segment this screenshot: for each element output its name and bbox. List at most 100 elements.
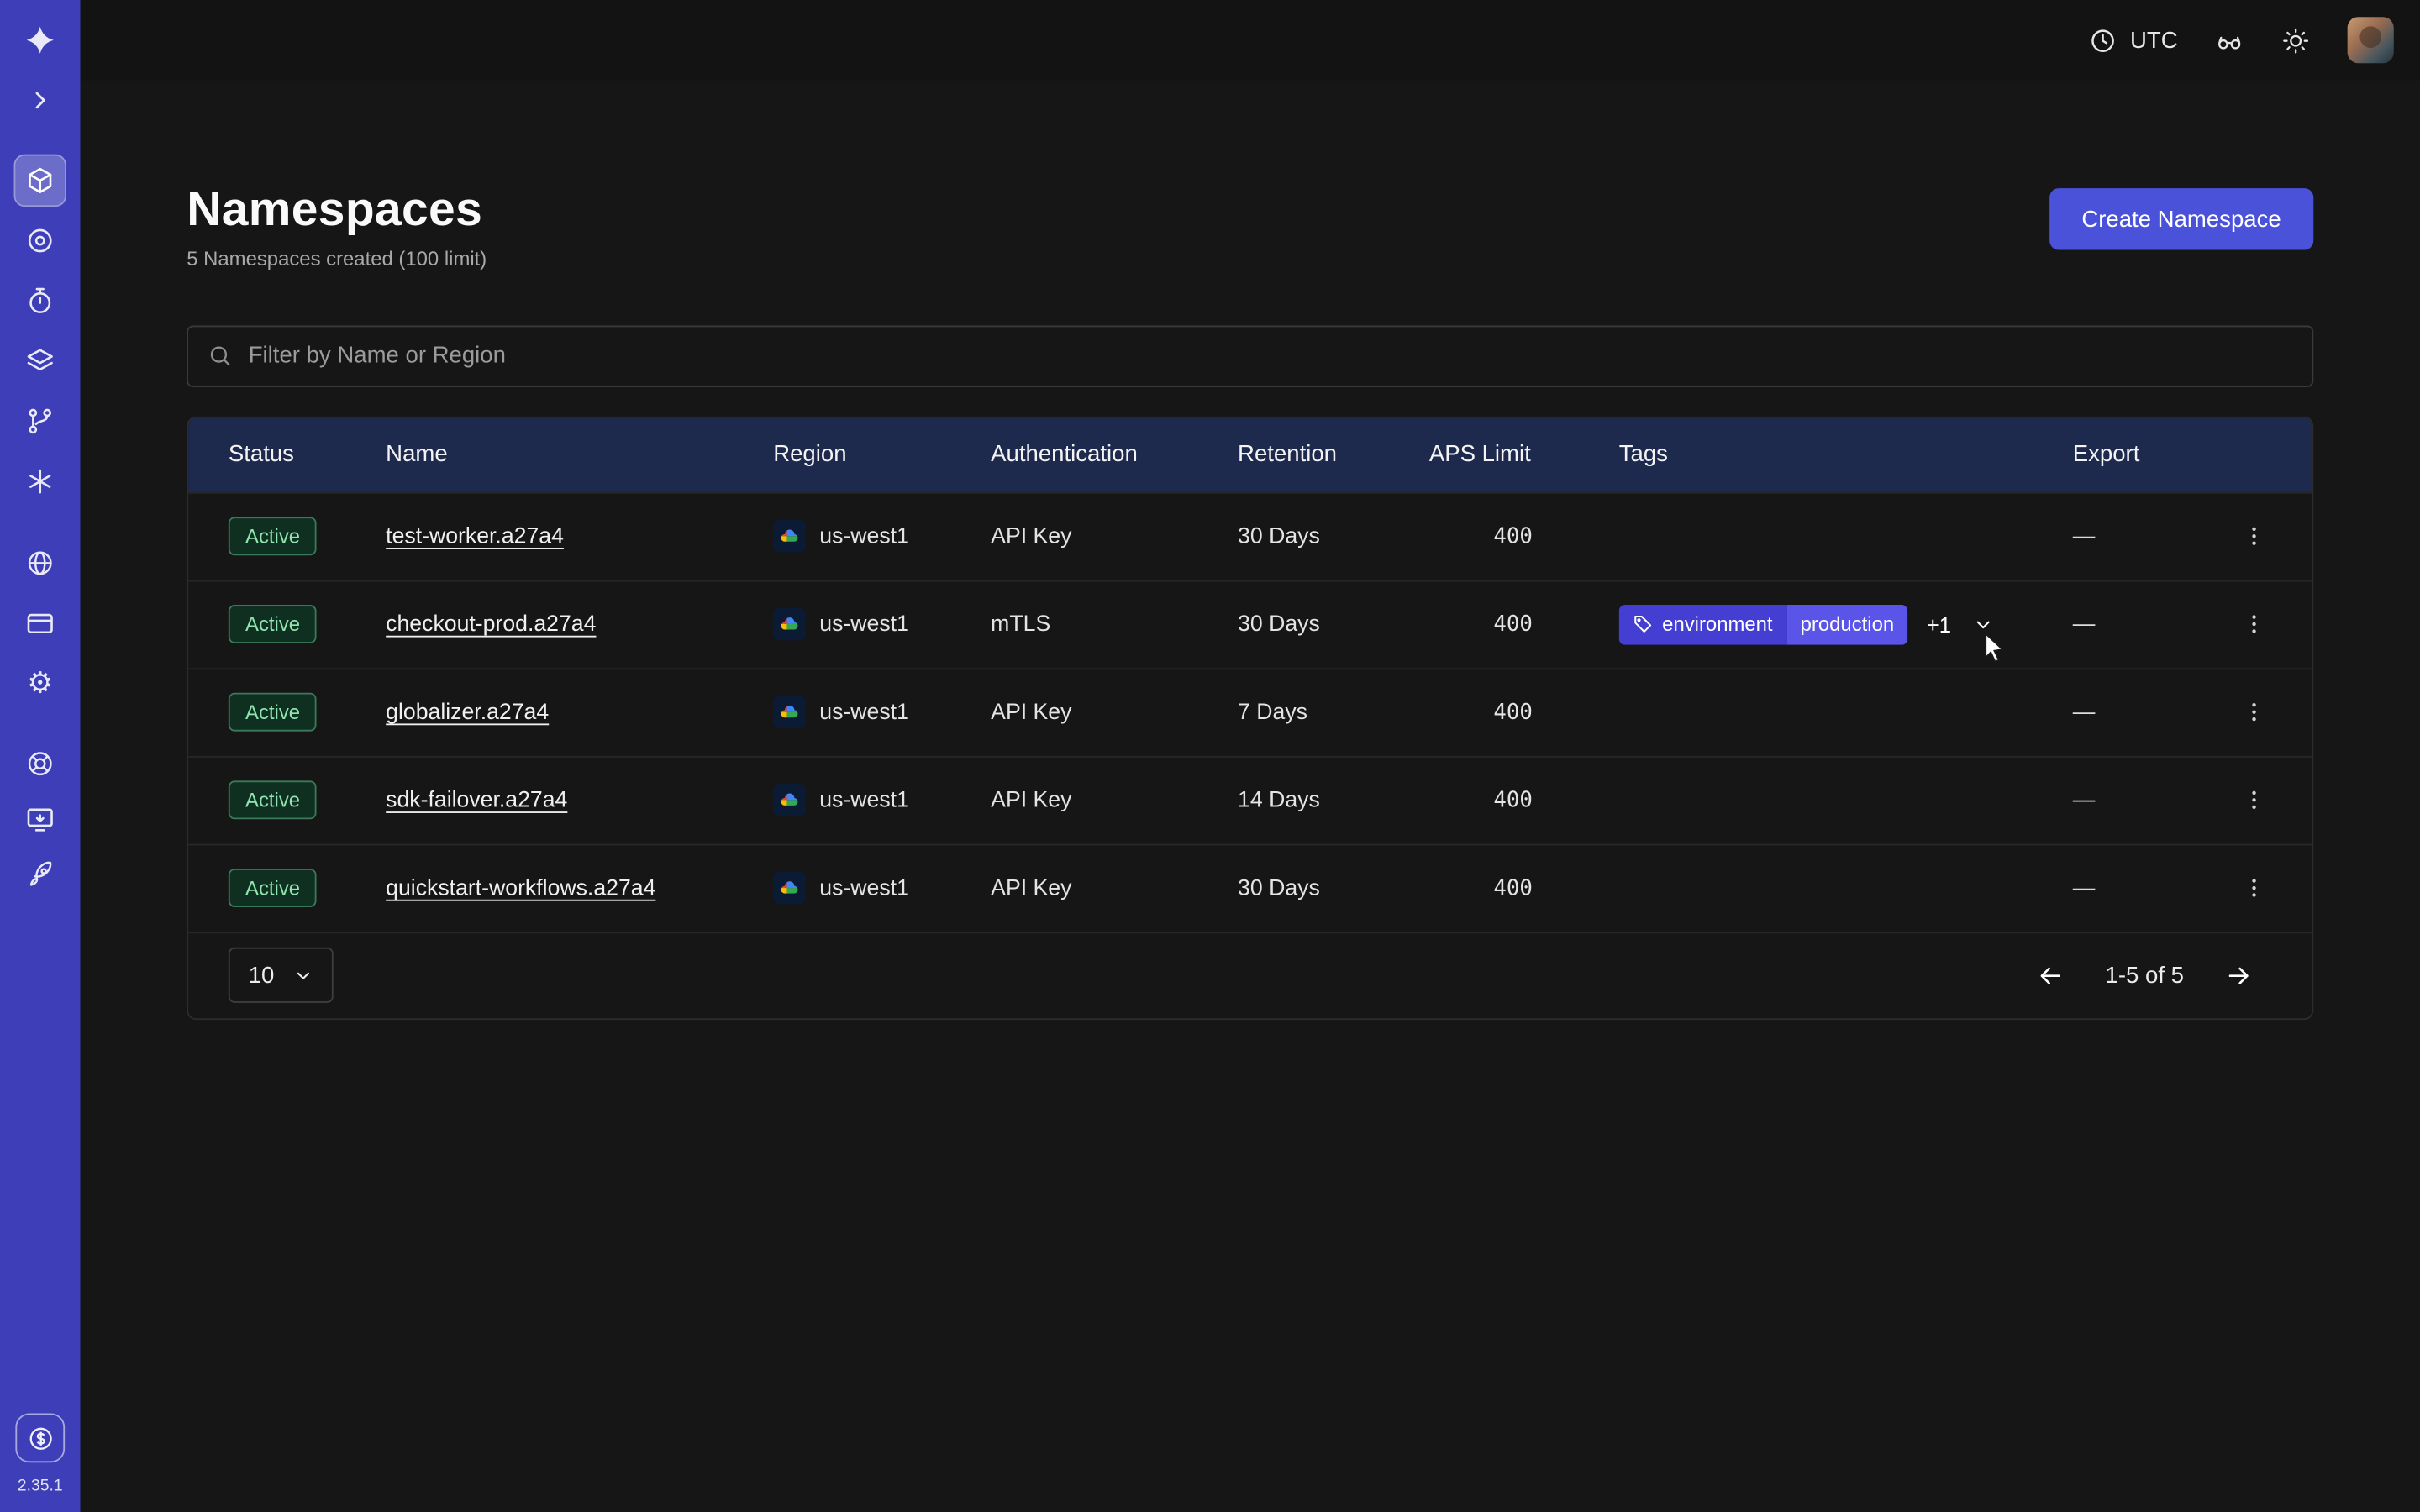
next-page-button[interactable]: [2224, 961, 2254, 990]
retention-label: 30 Days: [1238, 612, 1429, 637]
tag-value-label: production: [1786, 604, 1908, 644]
region-label: us-west1: [819, 876, 909, 900]
gcp-cloud-icon: [773, 520, 806, 553]
tags-more-count: +1: [1927, 612, 1951, 637]
usage-dollar-icon[interactable]: [15, 1413, 65, 1462]
namespaces-page: Namespaces 5 Namespaces created (100 lim…: [81, 81, 2420, 1020]
table-row: Active checkout-prod.a27a4 us-west1 mTLS…: [188, 580, 2312, 668]
aps-limit-value: 400: [1429, 700, 1619, 724]
aps-limit-value: 400: [1429, 524, 1619, 549]
arrow-right-icon: [2224, 961, 2254, 990]
tag-pill[interactable]: environment production: [1619, 604, 1908, 644]
col-export: Export: [2073, 442, 2195, 468]
row-menu-kebab-icon[interactable]: [2230, 601, 2276, 648]
region-label: us-west1: [819, 612, 909, 637]
gcp-cloud-icon: [773, 784, 806, 816]
status-badge: Active: [229, 605, 317, 643]
page-size-value: 10: [249, 962, 275, 988]
sidebar-item-settings-gear-icon[interactable]: ⚙: [14, 657, 66, 709]
page-subtitle: 5 Namespaces created (100 limit): [187, 246, 487, 270]
chevron-down-icon: [292, 965, 313, 985]
sidebar-item-namespaces-cube-icon[interactable]: [14, 155, 66, 207]
aps-limit-value: 400: [1429, 876, 1619, 900]
glasses-icon: [2215, 25, 2244, 55]
timezone-label: UTC: [2130, 27, 2178, 53]
namespaces-table: Status Name Region Authentication Retent…: [187, 416, 2313, 1019]
sidebar-item-support-lifebuoy-icon[interactable]: [14, 738, 66, 790]
temporal-logo-icon[interactable]: [14, 14, 66, 66]
auth-label: API Key: [991, 524, 1238, 549]
table-row: Active quickstart-workflows.a27a4 us-wes…: [188, 843, 2312, 932]
namespace-link[interactable]: checkout-prod.a27a4: [386, 612, 596, 637]
sidebar-item-globe-icon[interactable]: [14, 537, 66, 589]
app-version: 2.35.1: [18, 1477, 63, 1495]
col-retention: Retention: [1238, 442, 1429, 468]
auth-label: API Key: [991, 876, 1238, 900]
region-label: us-west1: [819, 524, 909, 549]
sidebar-item-target-icon[interactable]: [14, 214, 66, 266]
clock-icon: [2088, 25, 2118, 55]
sidebar-expand-icon[interactable]: [14, 74, 66, 126]
col-region: Region: [773, 442, 991, 468]
namespace-link[interactable]: globalizer.a27a4: [386, 700, 549, 724]
create-namespace-button[interactable]: Create Namespace: [2049, 188, 2314, 249]
export-value: —: [2073, 700, 2195, 724]
retention-label: 30 Days: [1238, 876, 1429, 900]
prev-page-button[interactable]: [2036, 961, 2065, 990]
filter-bar: [187, 325, 2313, 386]
sidebar-item-asterisk-icon[interactable]: [14, 455, 66, 507]
row-menu-kebab-icon[interactable]: [2230, 513, 2276, 559]
page-size-select[interactable]: 10: [229, 948, 333, 1003]
export-value: —: [2073, 524, 2195, 549]
labs-glasses-button[interactable]: [2215, 25, 2244, 55]
topbar: UTC: [81, 0, 2420, 81]
gcp-cloud-icon: [773, 872, 806, 905]
theme-toggle-button[interactable]: [2281, 25, 2311, 55]
sidebar-item-billing-card-icon[interactable]: [14, 597, 66, 649]
row-menu-kebab-icon[interactable]: [2230, 865, 2276, 911]
table-header: Status Name Region Authentication Retent…: [188, 417, 2312, 491]
sidebar-item-monitor-icon[interactable]: [14, 793, 66, 845]
status-badge: Active: [229, 517, 317, 556]
app-root: ⚙ 2.35.1 UTC: [0, 0, 2420, 1512]
user-avatar[interactable]: [2348, 17, 2394, 63]
col-tags: Tags: [1619, 442, 2073, 468]
page-title-block: Namespaces 5 Namespaces created (100 lim…: [187, 182, 487, 270]
filter-input[interactable]: [249, 343, 2294, 369]
retention-label: 14 Days: [1238, 788, 1429, 812]
sidebar-item-timer-icon[interactable]: [14, 275, 66, 327]
arrow-left-icon: [2036, 961, 2065, 990]
sidebar-item-rocket-icon[interactable]: [14, 848, 66, 900]
gcp-cloud-icon: [773, 608, 806, 641]
col-aps-limit: APS Limit: [1429, 442, 1619, 468]
namespace-link[interactable]: quickstart-workflows.a27a4: [386, 876, 655, 900]
retention-label: 30 Days: [1238, 524, 1429, 549]
status-badge: Active: [229, 869, 317, 907]
status-badge: Active: [229, 781, 317, 820]
tag-key-label: environment: [1662, 612, 1772, 636]
region-label: us-west1: [819, 700, 909, 724]
row-menu-kebab-icon[interactable]: [2230, 689, 2276, 735]
retention-label: 7 Days: [1238, 700, 1429, 724]
sidebar-group-account: ⚙: [14, 537, 66, 710]
tag-icon: [1633, 614, 1653, 634]
pagination-range: 1-5 of 5: [2106, 962, 2184, 988]
namespace-link[interactable]: sdk-failover.a27a4: [386, 788, 567, 812]
namespace-link[interactable]: test-worker.a27a4: [386, 524, 564, 549]
row-menu-kebab-icon[interactable]: [2230, 777, 2276, 823]
timezone-button[interactable]: UTC: [2088, 25, 2177, 55]
sun-icon: [2281, 25, 2311, 55]
aps-limit-value: 400: [1429, 788, 1619, 812]
export-value: —: [2073, 612, 2195, 637]
search-icon: [207, 343, 233, 369]
tags-expand-chevron-icon[interactable]: [1970, 611, 1997, 638]
sidebar: ⚙ 2.35.1: [0, 0, 81, 1512]
table-row: Active test-worker.a27a4 us-west1 API Ke…: [188, 491, 2312, 580]
auth-label: API Key: [991, 700, 1238, 724]
col-status: Status: [229, 442, 386, 468]
table-row: Active globalizer.a27a4 us-west1 API Key…: [188, 668, 2312, 756]
page-title: Namespaces: [187, 182, 487, 237]
sidebar-item-branch-icon[interactable]: [14, 395, 66, 447]
sidebar-item-layers-icon[interactable]: [14, 335, 66, 387]
region-label: us-west1: [819, 788, 909, 812]
